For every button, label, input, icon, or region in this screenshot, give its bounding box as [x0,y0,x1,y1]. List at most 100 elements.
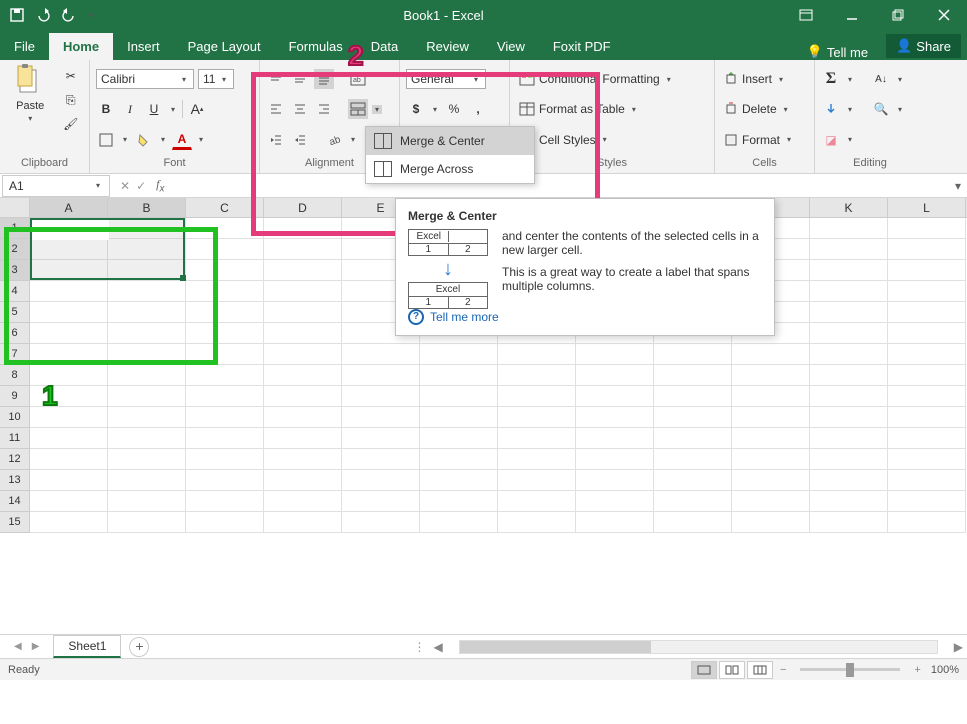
cell-A14[interactable] [30,491,108,512]
row-header-6[interactable]: 6 [0,323,30,344]
cell-A12[interactable] [30,449,108,470]
cell-L10[interactable] [888,407,966,428]
cell-J15[interactable] [732,512,810,533]
cell-I12[interactable] [654,449,732,470]
cell-E14[interactable] [342,491,420,512]
cell-L12[interactable] [888,449,966,470]
cell-C8[interactable] [186,365,264,386]
cell-H8[interactable] [576,365,654,386]
cell-E8[interactable] [342,365,420,386]
row-header-2[interactable]: 2 [0,239,30,260]
cell-D12[interactable] [264,449,342,470]
cell-D7[interactable] [264,344,342,365]
paste-button[interactable]: Paste ▾ [8,64,52,123]
row-header-14[interactable]: 14 [0,491,30,512]
col-header-D[interactable]: D [264,198,342,217]
save-icon[interactable] [8,6,26,24]
tab-formulas[interactable]: Formulas [275,33,357,60]
col-header-A[interactable]: A [30,198,108,217]
cell-E10[interactable] [342,407,420,428]
row-header-8[interactable]: 8 [0,365,30,386]
cell-K1[interactable] [810,218,888,239]
increase-indent-icon[interactable] [290,130,310,150]
clear-icon[interactable]: ◪ [821,130,841,150]
col-header-B[interactable]: B [108,198,186,217]
cell-H7[interactable] [576,344,654,365]
tab-file[interactable]: File [0,33,49,60]
normal-view-icon[interactable] [691,661,717,679]
cell-I7[interactable] [654,344,732,365]
tab-home[interactable]: Home [49,33,113,60]
cell-K15[interactable] [810,512,888,533]
cell-B3[interactable] [108,260,186,281]
fill-color-dropdown[interactable]: ▾ [158,135,168,144]
align-center-icon[interactable] [290,99,310,119]
align-bottom-icon[interactable] [314,69,334,89]
cell-H10[interactable] [576,407,654,428]
cell-A7[interactable] [30,344,108,365]
zoom-in-icon[interactable]: + [908,664,926,676]
cell-H12[interactable] [576,449,654,470]
cell-K9[interactable] [810,386,888,407]
cell-J12[interactable] [732,449,810,470]
cell-A11[interactable] [30,428,108,449]
cancel-formula-icon[interactable]: ✕ [120,179,130,193]
cut-icon[interactable]: ✂ [61,66,81,86]
cell-G8[interactable] [498,365,576,386]
cell-G7[interactable] [498,344,576,365]
cell-F11[interactable] [420,428,498,449]
cell-B4[interactable] [108,281,186,302]
page-break-view-icon[interactable] [747,661,773,679]
align-top-icon[interactable] [266,69,286,89]
cell-F8[interactable] [420,365,498,386]
font-name-select[interactable]: Calibri▾ [96,69,194,89]
cell-D11[interactable] [264,428,342,449]
cell-K5[interactable] [810,302,888,323]
cell-B6[interactable] [108,323,186,344]
merge-center-button[interactable] [348,99,368,119]
cell-C6[interactable] [186,323,264,344]
cell-F7[interactable] [420,344,498,365]
cell-K3[interactable] [810,260,888,281]
cell-A15[interactable] [30,512,108,533]
tab-view[interactable]: View [483,33,539,60]
cell-G13[interactable] [498,470,576,491]
cell-G12[interactable] [498,449,576,470]
cell-C4[interactable] [186,281,264,302]
cell-styles-button[interactable]: Cell Styles▾ [516,130,708,150]
minimize-icon[interactable] [829,0,875,30]
cell-C13[interactable] [186,470,264,491]
zoom-thumb[interactable] [846,663,854,677]
cell-L3[interactable] [888,260,966,281]
cell-B7[interactable] [108,344,186,365]
cell-A6[interactable] [30,323,108,344]
cell-L11[interactable] [888,428,966,449]
cell-K6[interactable] [810,323,888,344]
cell-C10[interactable] [186,407,264,428]
cell-E12[interactable] [342,449,420,470]
cell-L4[interactable] [888,281,966,302]
cell-C1[interactable] [186,218,264,239]
cell-A1[interactable] [30,218,108,239]
cell-B9[interactable] [108,386,186,407]
cell-D13[interactable] [264,470,342,491]
col-header-K[interactable]: K [810,198,888,217]
zoom-out-icon[interactable]: − [774,664,792,676]
qat-customize-icon[interactable]: ▾ [86,6,96,24]
row-header-7[interactable]: 7 [0,344,30,365]
cell-J10[interactable] [732,407,810,428]
row-header-12[interactable]: 12 [0,449,30,470]
worksheet-grid[interactable]: A B C D E F G H I J K L 1234567891011121… [0,198,967,634]
cell-K4[interactable] [810,281,888,302]
row-header-9[interactable]: 9 [0,386,30,407]
name-box[interactable]: A1▾ [2,175,110,197]
autosum-dropdown[interactable]: ▾ [845,75,855,84]
font-size-select[interactable]: 11▾ [198,69,234,89]
cell-I8[interactable] [654,365,732,386]
cell-F14[interactable] [420,491,498,512]
redo-icon[interactable] [60,6,78,24]
undo-icon[interactable] [34,6,52,24]
cell-H13[interactable] [576,470,654,491]
cell-D8[interactable] [264,365,342,386]
cell-J8[interactable] [732,365,810,386]
